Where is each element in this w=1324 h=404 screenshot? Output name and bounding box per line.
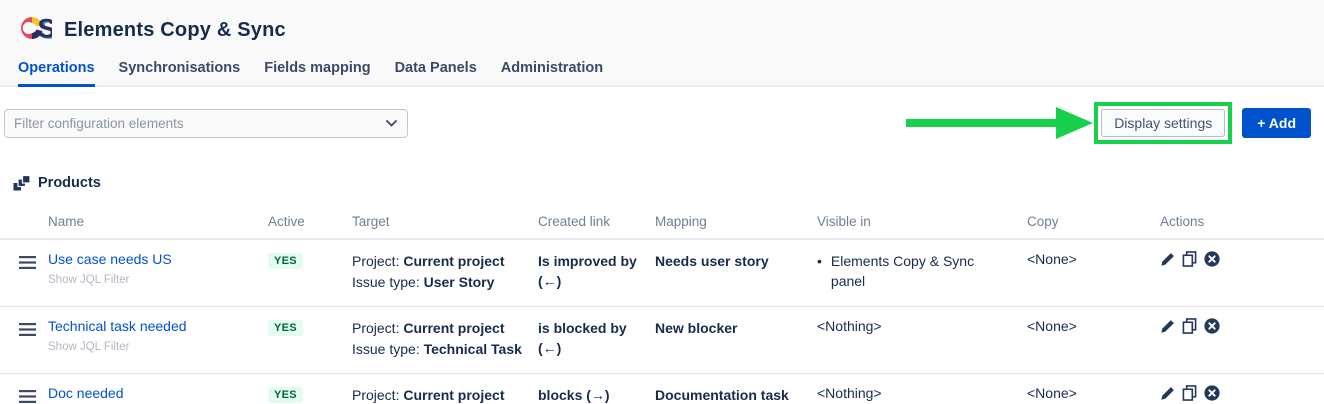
visible-in-cell: <Nothing> <box>817 307 1027 374</box>
copy-cell: <None> <box>1027 307 1160 374</box>
col-copy: Copy <box>1027 208 1160 239</box>
highlight-box: Display settings <box>1094 102 1232 144</box>
annotation-arrow-icon <box>1056 107 1093 139</box>
display-settings-button[interactable]: Display settings <box>1101 109 1225 137</box>
copy-cell: <None> <box>1027 239 1160 307</box>
operation-name-link[interactable]: Technical task needed <box>48 318 187 334</box>
add-button[interactable]: + Add <box>1242 108 1311 138</box>
mapping-cell: Documentation task from Story <box>655 374 817 404</box>
col-target: Target <box>352 208 538 239</box>
target-cell: Project: Current project Issue type: Doc… <box>352 374 538 404</box>
duplicate-button[interactable] <box>1182 318 1197 334</box>
col-created-link: Created link <box>538 208 655 239</box>
mapping-cell: Needs user story <box>655 239 817 307</box>
active-badge: YES <box>268 320 303 336</box>
table-row: Use case needs US Show JQL Filter YES Pr… <box>0 239 1324 307</box>
edit-button[interactable] <box>1160 252 1175 267</box>
delete-button[interactable] <box>1204 385 1220 401</box>
bullet-icon: • <box>817 251 822 292</box>
active-badge: YES <box>268 387 303 403</box>
created-link-cell: is blocked by (←) <box>538 307 655 374</box>
toolbar: Filter configuration elements Display se… <box>0 102 1324 144</box>
tab-bar: Operations Synchronisations Fields mappi… <box>0 60 1324 87</box>
duplicate-button[interactable] <box>1182 251 1197 267</box>
copy-cell: <None> <box>1027 374 1160 404</box>
col-name: Name <box>48 208 268 239</box>
col-visible-in: Visible in <box>817 208 1027 239</box>
active-badge: YES <box>268 253 303 269</box>
operation-name-link[interactable]: Doc needed <box>48 385 124 401</box>
edit-button[interactable] <box>1160 319 1175 334</box>
operation-name-link[interactable]: Use case needs US <box>48 251 172 267</box>
created-link-cell: blocks (→) <box>538 374 655 404</box>
filter-select-value: Filter configuration elements <box>14 116 184 131</box>
tab-operations[interactable]: Operations <box>18 60 95 87</box>
app-logo-icon: S S <box>16 12 52 49</box>
target-cell: Project: Current project Issue type: Tec… <box>352 307 538 374</box>
visible-in-cell: • Elements Copy & Sync panel <box>817 239 1027 307</box>
delete-button[interactable] <box>1204 318 1220 334</box>
tab-data-panels[interactable]: Data Panels <box>395 60 477 87</box>
products-icon <box>13 175 31 191</box>
section-title: Products <box>38 175 101 191</box>
tab-administration[interactable]: Administration <box>501 60 603 87</box>
created-link-cell: Is improved by (←) <box>538 239 655 307</box>
table-header-row: Name Active Target Created link Mapping … <box>0 208 1324 239</box>
col-mapping: Mapping <box>655 208 817 239</box>
drag-handle-icon[interactable] <box>19 390 36 404</box>
chevron-down-icon <box>386 114 397 132</box>
table-row: Doc needed Show JQL Filter YES Project: … <box>0 374 1324 404</box>
app-header: S S Elements Copy & Sync Operations Sync… <box>0 0 1324 87</box>
products-section-header: Products <box>13 175 1324 191</box>
col-handle <box>0 208 48 239</box>
tab-synchronisations[interactable]: Synchronisations <box>119 60 241 87</box>
visible-in-cell: <Nothing> <box>817 374 1027 404</box>
filter-select[interactable]: Filter configuration elements <box>4 109 408 138</box>
col-actions: Actions <box>1160 208 1324 239</box>
drag-handle-icon[interactable] <box>19 256 36 272</box>
mapping-cell: New blocker <box>655 307 817 374</box>
show-jql-filter-link[interactable]: Show JQL Filter <box>48 341 129 353</box>
tab-fields-mapping[interactable]: Fields mapping <box>264 60 370 87</box>
annotation-arrow-shaft <box>906 119 1056 127</box>
delete-button[interactable] <box>1204 251 1220 267</box>
edit-button[interactable] <box>1160 386 1175 401</box>
drag-handle-icon[interactable] <box>19 323 36 339</box>
svg-text:S: S <box>38 13 53 43</box>
show-jql-filter-link[interactable]: Show JQL Filter <box>48 274 129 286</box>
target-cell: Project: Current project Issue type: Use… <box>352 239 538 307</box>
col-active: Active <box>268 208 352 239</box>
page-title: Elements Copy & Sync <box>64 19 286 42</box>
table-row: Technical task needed Show JQL Filter YE… <box>0 307 1324 374</box>
products-table: Name Active Target Created link Mapping … <box>0 208 1324 404</box>
duplicate-button[interactable] <box>1182 385 1197 401</box>
